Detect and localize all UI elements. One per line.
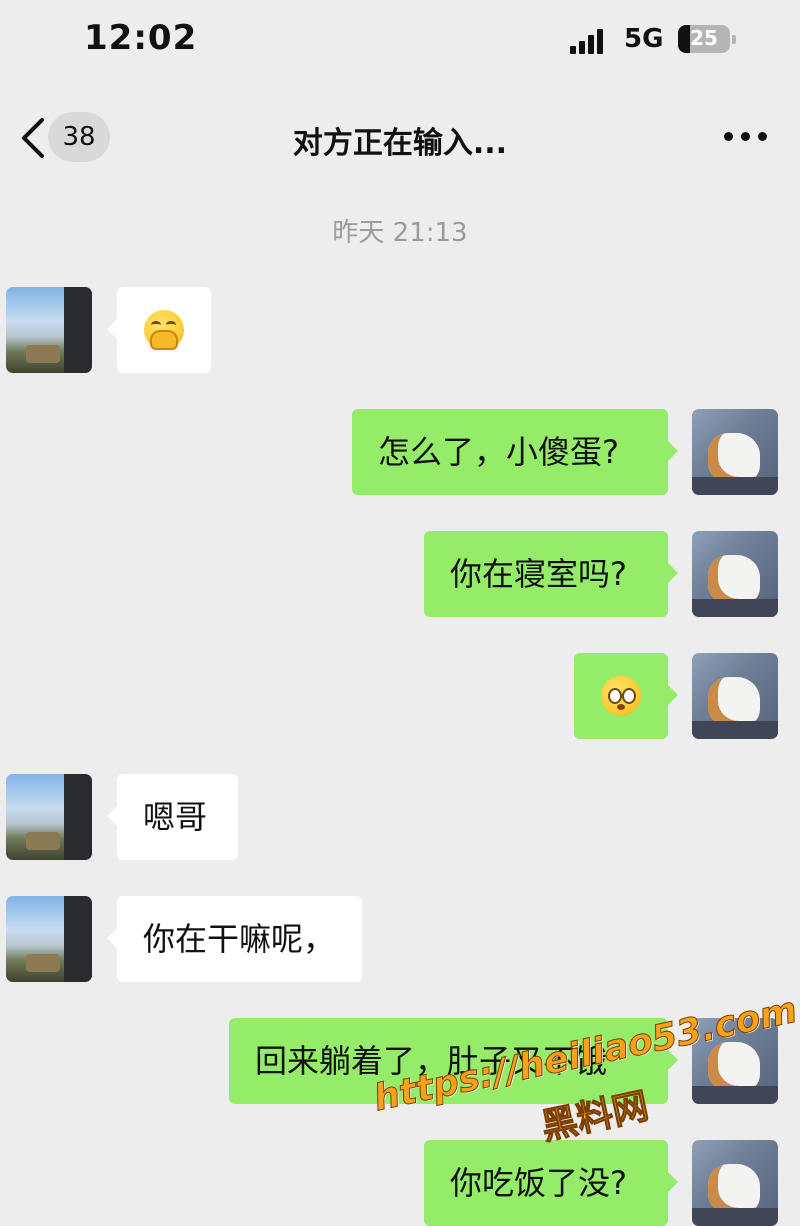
message-bubble[interactable] [107, 287, 211, 373]
contact-avatar[interactable] [6, 287, 92, 373]
self-avatar[interactable] [692, 653, 778, 739]
network-type: 5G [624, 24, 664, 54]
battery-level: 25 [690, 26, 718, 50]
contact-avatar[interactable] [6, 774, 92, 860]
self-avatar[interactable] [692, 409, 778, 495]
cellular-signal-icon [570, 28, 610, 54]
status-bar: 12:02 5G 25 [0, 0, 800, 80]
battery-icon: 25 [678, 25, 730, 53]
message-bubble[interactable]: 嗯哥 [107, 774, 238, 860]
contact-avatar[interactable] [6, 896, 92, 982]
message-bubble[interactable]: 你在干嘛呢， [107, 896, 362, 982]
message-bubble[interactable]: 怎么了，小傻蛋? [352, 409, 678, 495]
pleading-face-emoji [601, 676, 641, 716]
chat-title: 对方正在输入... [292, 126, 508, 161]
message-timestamp: 昨天 21:13 [332, 218, 468, 248]
message-text: 嗯哥 [143, 798, 208, 836]
more-options-icon[interactable] [724, 130, 768, 144]
hand-over-mouth-emoji [144, 310, 184, 350]
message-text: 你在干嘛呢， [143, 920, 336, 958]
message-text: 怎么了，小傻蛋? [378, 433, 619, 471]
self-avatar[interactable] [692, 531, 778, 617]
message-bubble[interactable] [574, 653, 678, 739]
self-avatar[interactable] [692, 1140, 778, 1226]
status-time: 12:02 [84, 18, 198, 58]
message-bubble[interactable]: 你在寝室吗? [424, 531, 678, 617]
message-text: 你在寝室吗? [450, 555, 627, 593]
battery-tip [732, 35, 736, 44]
